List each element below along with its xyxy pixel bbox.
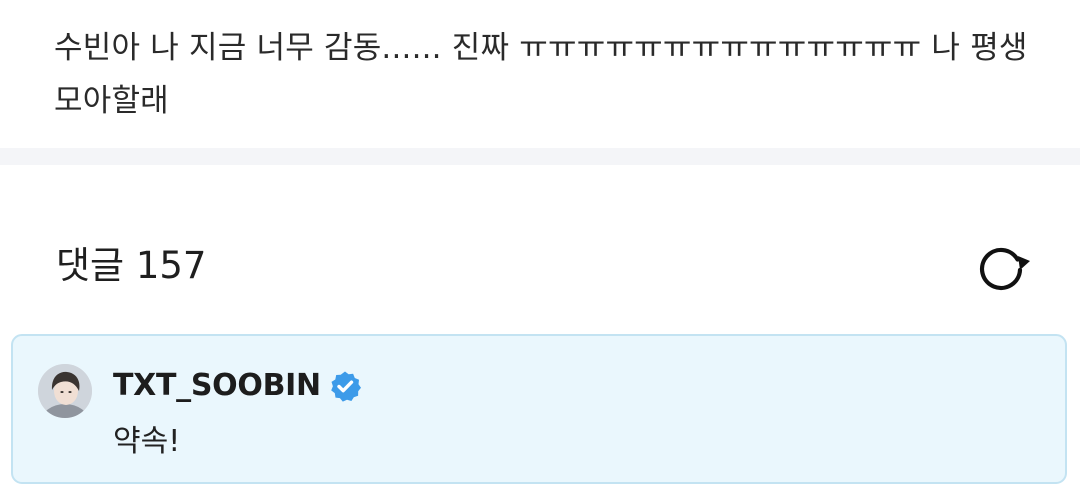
comments-count-heading: 댓글 157	[56, 244, 207, 287]
verified-badge-icon	[329, 370, 361, 402]
avatar[interactable]	[38, 364, 92, 418]
section-divider	[0, 148, 1080, 165]
refresh-comments-button[interactable]	[972, 237, 1032, 297]
refresh-icon	[979, 247, 1030, 291]
comment-author-name[interactable]: TXT_SOOBIN	[113, 368, 321, 403]
pinned-comment-card[interactable]: TXT_SOOBIN 약속!	[11, 334, 1067, 484]
post-body-text: 수빈아 나 지금 너무 감동...... 진짜 ㅠㅠㅠㅠㅠㅠㅠㅠㅠㅠㅠㅠㅠㅠ 나…	[54, 30, 1028, 119]
comment-text: 약속!	[113, 424, 181, 459]
